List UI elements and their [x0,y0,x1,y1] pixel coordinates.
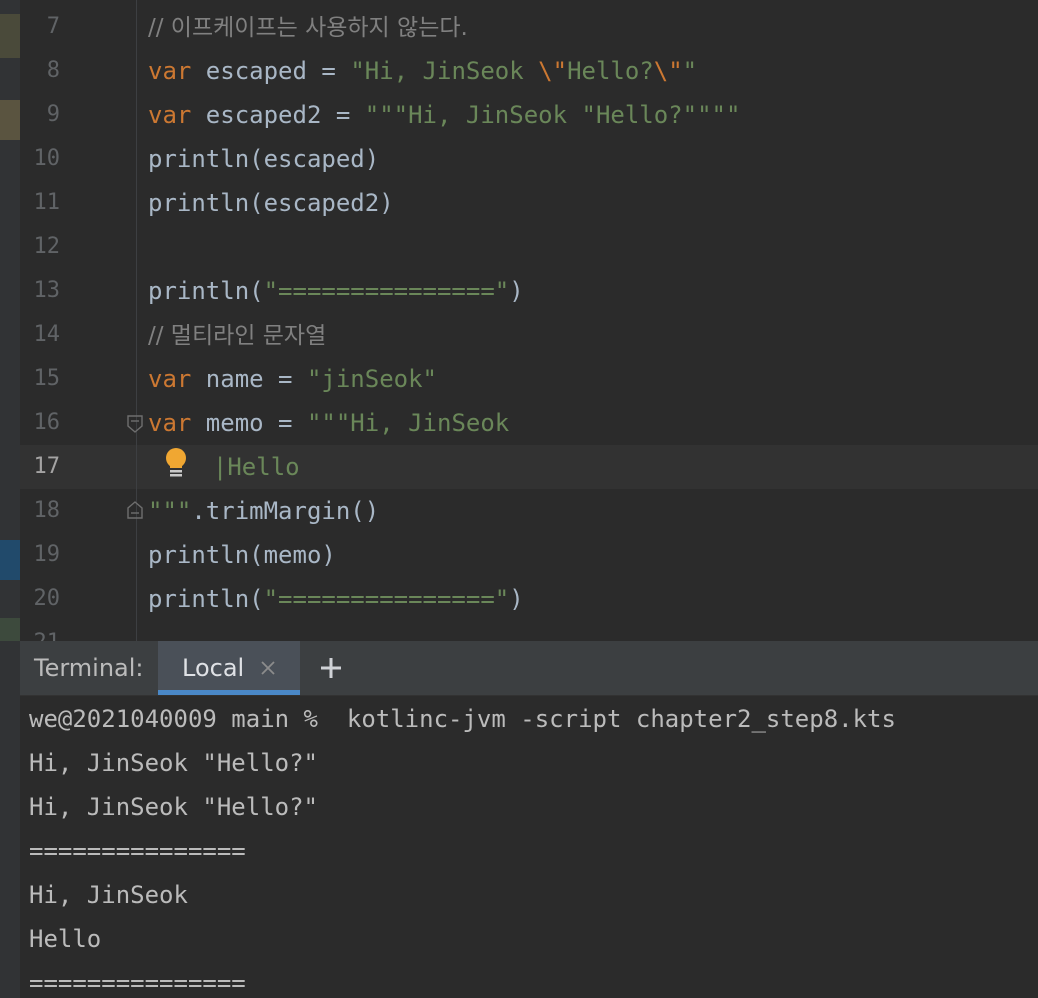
code-line[interactable]: println(escaped) [148,137,379,181]
terminal-header: Terminal: Local [20,641,1038,696]
terminal-side-strip [0,641,20,998]
line-number: 19 [33,542,61,567]
change-marker-strip [0,0,20,641]
indent-guide [136,0,137,641]
code-token: ) [509,585,524,613]
code-editor[interactable]: 7 8 9 10 11 12 13 14 15 16 17 18 19 20 2… [0,0,1038,641]
code-token: """Hi, JinSeok "Hello?"""" [364,101,741,129]
code-token: var [148,101,192,129]
change-marker [0,540,20,580]
code-token: // 이프케이프는 사용하지 않는다. [148,15,468,41]
plus-icon[interactable] [318,655,344,681]
code-line[interactable]: // 이프케이프는 사용하지 않는다. [148,5,468,49]
lightbulb-icon[interactable] [162,446,190,482]
code-line[interactable]: println(memo) [148,533,336,577]
ide-window: 7 8 9 10 11 12 13 14 15 16 17 18 19 20 2… [0,0,1038,998]
code-token: println(memo) [148,541,336,569]
code-token: println(escaped) [148,145,380,173]
code-token: println( [148,585,264,613]
code-token: \" [538,57,568,85]
code-token: "Hi, JinSeok [350,57,539,85]
code-token: var [148,57,192,85]
line-number: 15 [33,366,61,391]
line-number: 12 [33,234,61,259]
code-token: .trimMargin() [191,497,380,525]
code-token: // 멀티라인 문자열 [148,323,327,349]
change-marker [0,100,20,140]
terminal-output-line: Hi, JinSeok "Hello?" [29,793,318,821]
code-token: escaped = [191,57,351,85]
code-line[interactable]: println(escaped2) [148,181,394,225]
code-token: println( [148,277,264,305]
code-token: ) [509,277,524,305]
line-number: 21 [20,621,61,641]
terminal-output-line: =============== [29,969,246,997]
change-marker [0,14,20,58]
code-token: " [682,57,698,85]
fold-start-icon[interactable] [126,414,144,434]
code-token: Hello? [567,57,654,85]
code-token: var [148,409,192,437]
line-number-active: 17 [33,454,61,479]
terminal-output-line: Hello [29,925,102,953]
terminal-output-line: =============== [29,837,246,865]
code-line[interactable]: println("===============") [148,577,524,621]
code-line[interactable]: |Hello [184,445,300,489]
tab-label: Local [182,654,245,682]
code-token: println(escaped2) [148,189,394,217]
code-token: var [148,365,192,393]
code-line[interactable]: """.trimMargin() [148,489,379,533]
tab-local[interactable]: Local [158,641,300,695]
terminal-title: Terminal: [34,654,144,682]
active-tab-indicator [158,690,300,695]
terminal-output-line: Hi, JinSeok "Hello?" [29,749,318,777]
code-token: "jinSeok" [306,365,437,393]
code-token: "===============" [263,585,510,613]
line-number: 11 [33,190,61,215]
code-token: memo = [191,409,307,437]
code-line[interactable]: var memo = """Hi, JinSeok [148,401,509,445]
line-number: 10 [33,146,61,171]
line-number: 14 [33,322,61,347]
code-token: name = [191,365,307,393]
code-line[interactable]: var escaped = "Hi, JinSeok \"Hello?\"" [148,49,697,93]
fold-end-icon[interactable] [126,500,144,520]
code-line[interactable]: // 멀티라인 문자열 [148,313,326,357]
code-token: """Hi, JinSeok [306,409,510,437]
change-marker [0,618,20,641]
terminal-output-line: Hi, JinSeok [29,881,188,909]
line-number: 18 [33,498,61,523]
code-token: |Hello [184,453,300,481]
code-token: \" [653,57,683,85]
close-icon[interactable] [258,658,278,678]
line-number: 13 [33,278,61,303]
line-number: 8 [46,58,60,83]
line-number: 16 [33,410,61,435]
code-line[interactable]: var escaped2 = """Hi, JinSeok "Hello?"""… [148,93,740,137]
code-token: "===============" [263,277,510,305]
code-token: """ [148,497,192,525]
line-number: 20 [33,586,61,611]
line-number: 9 [46,102,60,127]
line-number: 7 [46,14,60,39]
terminal-panel[interactable]: Terminal: Local we@2021040009 main % kot… [0,641,1038,998]
code-line[interactable]: println("===============") [148,269,524,313]
code-token: escaped2 = [191,101,365,129]
terminal-output-line: we@2021040009 main % kotlinc-jvm -script… [29,705,896,733]
code-line[interactable]: var name = "jinSeok" [148,357,437,401]
